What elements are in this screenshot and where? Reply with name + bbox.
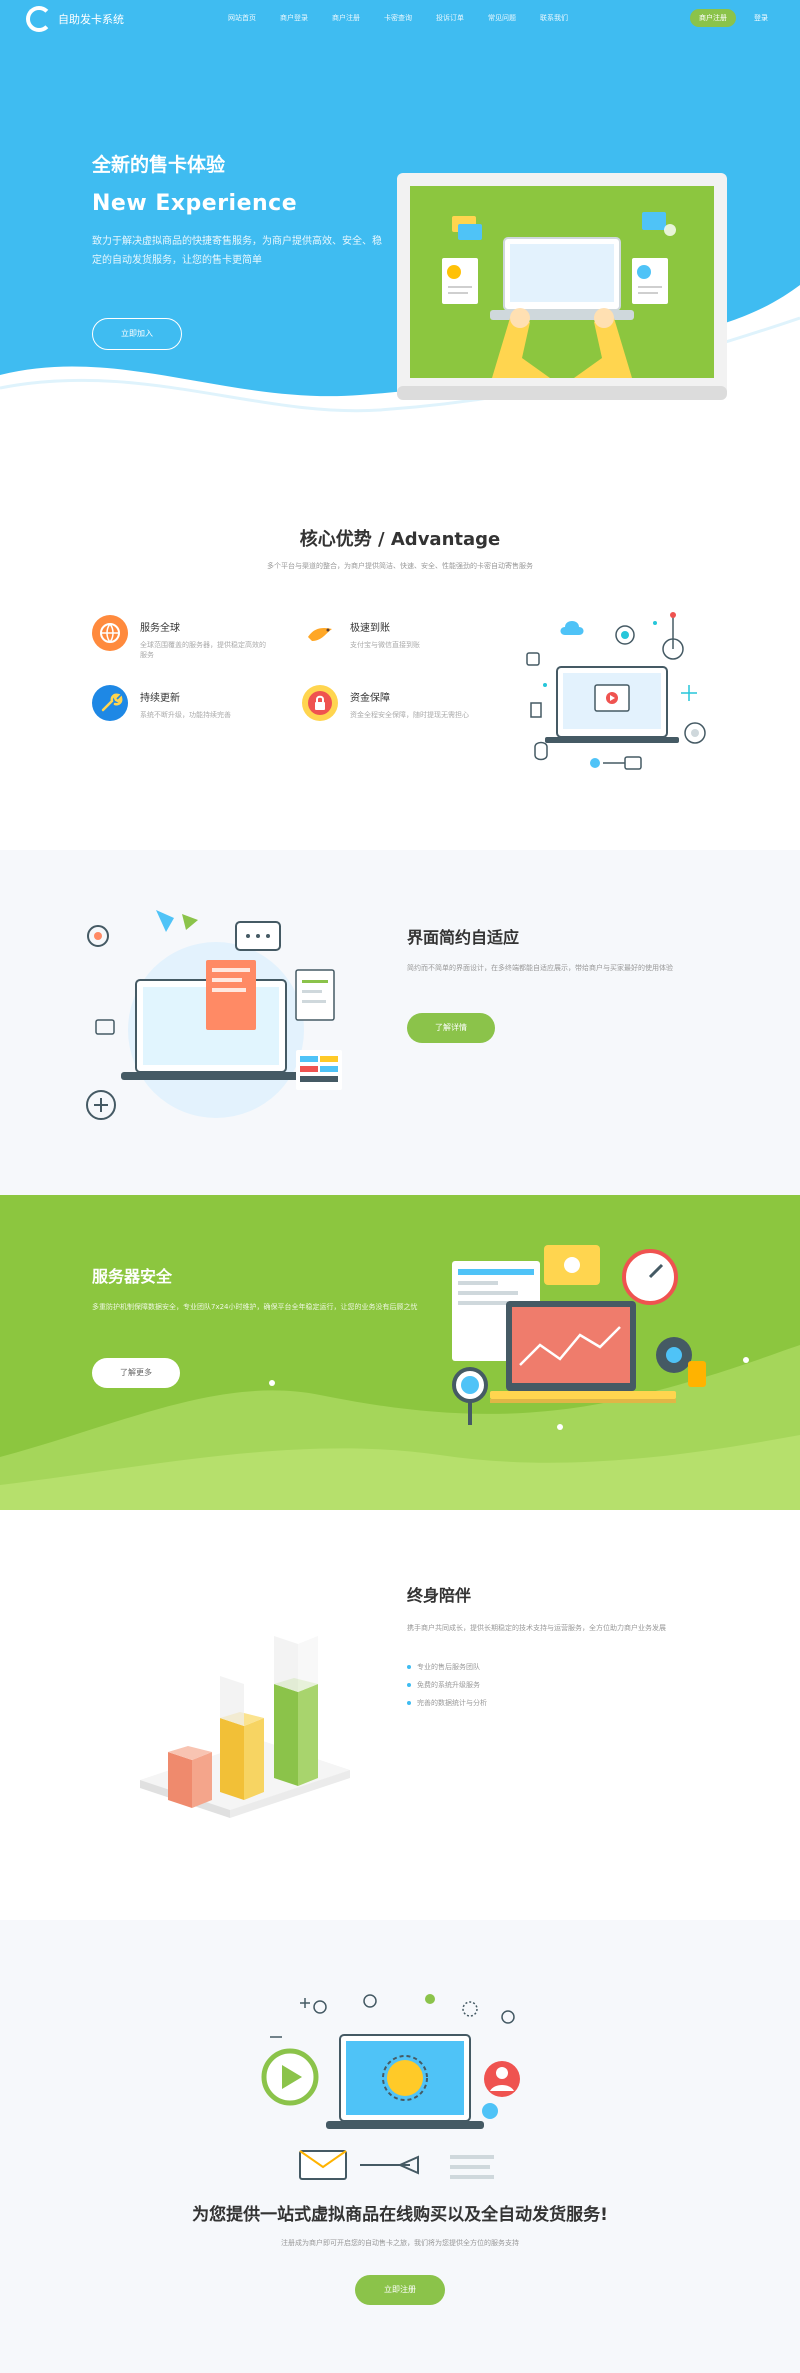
feature-title: 极速到账 [350,623,390,634]
nav-item-merchant-register[interactable]: 商户注册 [332,13,384,23]
advantages-illustration [526,612,706,770]
logo-icon [26,6,52,32]
cta-section: 为您提供一站式虚拟商品在线购买以及全自动发货服务! 注册成为商户即可开启您的自动… [0,1920,800,2373]
lifetime-list: 专业的售后服务团队 免费的系统升级服务 完善的数据统计与分析 [407,1662,487,1716]
nav-item-card-query[interactable]: 卡密查询 [384,13,436,23]
nav-links: 网站首页 商户登录 商户注册 卡密查询 投诉订单 常见问题 联系我们 [228,13,592,23]
advantages-title: 核心优势 / Advantage [299,529,501,550]
security-title: 服务器安全 [92,1267,173,1286]
bird-icon [302,615,338,651]
hero-subtitle: New Experience [92,191,298,216]
lock-icon [302,685,338,721]
simple-ui-description: 简约而不简单的界面设计，在多终端都能自适应展示，带给商户与买家最好的使用体验 [407,964,673,972]
hero-description: 致力于解决虚拟商品的快捷寄售服务，为商户提供高效、安全、稳定的自动发货服务，让您… [92,236,382,266]
feature-title: 持续更新 [140,693,180,704]
feature-updates: 持续更新 系统不断升级，功能持续完善 [92,685,270,721]
nav-item-faq[interactable]: 常见问题 [488,13,540,23]
advantages-section: 核心优势 / Advantage 多个平台与渠道的整合，为商户提供简洁、快速、安… [0,430,800,850]
feature-title: 资金保障 [350,693,390,704]
feature-text: 资金全程安全保障，随时提现无需担心 [350,711,469,719]
simple-ui-title: 界面简约自适应 [407,928,520,947]
responsive-ui-illustration [86,910,342,1120]
feature-text: 系统不断升级，功能持续完善 [140,711,231,719]
site-logo[interactable]: 自助发卡系统 [26,6,124,32]
security-dashboard-illustration [452,1245,706,1425]
top-navbar: 自助发卡系统 网站首页 商户登录 商户注册 卡密查询 投诉订单 常见问题 联系我… [0,0,800,36]
feature-global: 服务全球 全球范围覆盖的服务器，提供稳定高效的服务 [92,615,270,660]
join-button[interactable]: 立即加入 [92,318,182,350]
register-button[interactable]: 商户注册 [690,9,736,27]
growth-chart-illustration [140,1636,350,1818]
lifetime-title: 终身陪伴 [407,1586,472,1605]
feature-fund-security: 资金保障 资金全程安全保障，随时提现无需担心 [302,685,480,721]
simple-ui-details-button[interactable]: 了解详情 [407,1013,495,1043]
lifetime-description: 携手商户共同成长，提供长期稳定的技术支持与运营服务，全方位助力商户业务发展 [407,1624,666,1632]
feature-fast-arrival: 极速到账 支付宝与微信直接到账 [302,615,480,651]
feature-title: 服务全球 [140,623,180,634]
nav-item-contact[interactable]: 联系我们 [540,13,592,23]
nav-item-home[interactable]: 网站首页 [228,13,280,23]
feature-text: 全球范围覆盖的服务器，提供稳定高效的服务 [140,641,266,659]
feature-text: 支付宝与微信直接到账 [350,641,420,649]
automated-delivery-illustration [261,1994,520,2180]
list-item: 免费的系统升级服务 [407,1680,487,1690]
security-description: 多重防护机制保障数据安全，专业团队7x24小时维护，确保平台全年稳定运行，让您的… [92,1303,418,1311]
nav-item-complaints[interactable]: 投诉订单 [436,13,488,23]
wrench-icon [92,685,128,721]
logo-text: 自助发卡系统 [58,13,124,26]
hero-title: 全新的售卡体验 [92,154,226,176]
cta-description: 注册成为商户即可开启您的自动售卡之旅，我们将为您提供全方位的服务支持 [281,2239,519,2247]
list-item: 专业的售后服务团队 [407,1662,487,1672]
cta-register-button[interactable]: 立即注册 [355,2275,445,2305]
list-item: 完善的数据统计与分析 [407,1698,487,1708]
globe-icon [92,615,128,651]
lifetime-section: 终身陪伴 携手商户共同成长，提供长期稳定的技术支持与运营服务，全方位助力商户业务… [0,1510,800,1920]
security-more-button[interactable]: 了解更多 [92,1358,180,1388]
advantages-description: 多个平台与渠道的整合，为商户提供简洁、快速、安全、性能强劲的卡密自动寄售服务 [267,562,533,570]
nav-item-merchant-login[interactable]: 商户登录 [280,13,332,23]
cta-title: 为您提供一站式虚拟商品在线购买以及全自动发货服务! [192,2205,608,2225]
hero-laptop-illustration [397,173,727,400]
simple-ui-section: 界面简约自适应 简约而不简单的界面设计，在多终端都能自适应展示，带给商户与买家最… [0,850,800,1195]
hero-section: 自助发卡系统 网站首页 商户登录 商户注册 卡密查询 投诉订单 常见问题 联系我… [0,0,800,430]
server-security-section: 服务器安全 多重防护机制保障数据安全，专业团队7x24小时维护，确保平台全年稳定… [0,1195,800,1510]
login-link[interactable]: 登录 [754,13,768,23]
